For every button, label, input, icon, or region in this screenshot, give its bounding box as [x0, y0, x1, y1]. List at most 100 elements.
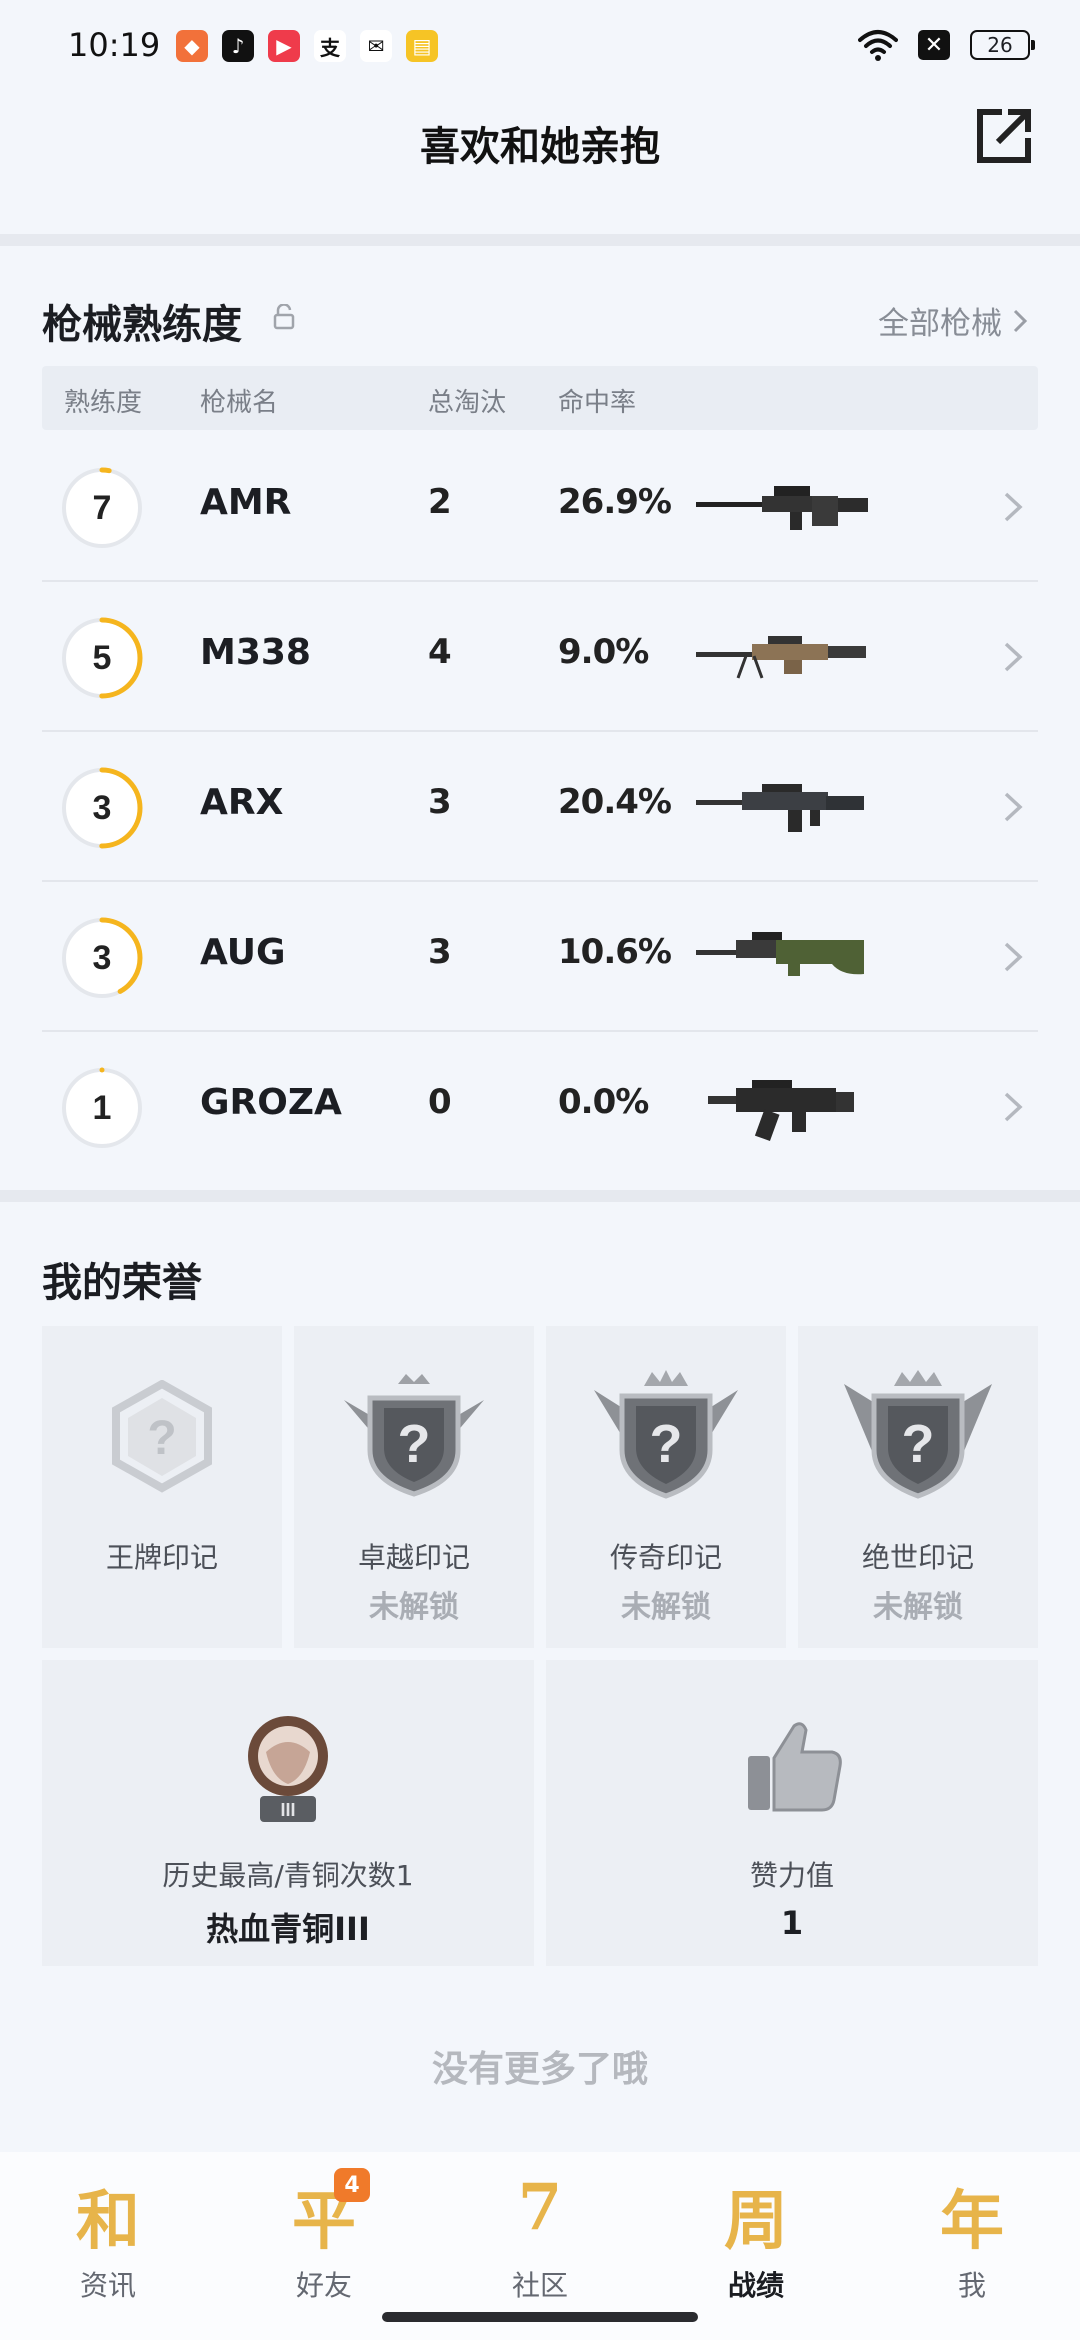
svg-text:?: ? [650, 1414, 683, 1474]
supreme-mark-card[interactable]: ? 绝世印记 未解锁 [798, 1326, 1038, 1648]
history-rank-value: 热血青铜III [206, 1910, 370, 1948]
nav-tab-3[interactable]: 周战绩 [648, 2164, 864, 2314]
tiktok-icon: ♪ [222, 30, 254, 62]
nav-tab-label: 社区 [511, 2269, 568, 2302]
nav-tab-label: 战绩 [727, 2269, 784, 2302]
end-of-list-text: 没有更多了哦 [431, 2049, 648, 2090]
weapon-row-aug[interactable]: 3 AUG 3 10.6% [42, 882, 1038, 1032]
excellence-mark-card[interactable]: ? 卓越印记 未解锁 [294, 1326, 534, 1648]
section-divider [0, 234, 1080, 246]
nav-tab-label: 我 [957, 2269, 986, 2302]
weapon-accuracy: 10.6% [558, 932, 672, 972]
supreme-mark-icon: ? [844, 1370, 992, 1499]
home-indicator[interactable] [382, 2312, 698, 2322]
weapon-row-arx[interactable]: 3 ARX 3 20.4% [42, 732, 1038, 882]
chevron-right-icon [1004, 642, 1023, 672]
nav-tab-icon: 年 [940, 2184, 1004, 2259]
nav-tab-4[interactable]: 年我 [864, 2164, 1080, 2314]
svg-text:?: ? [147, 1412, 176, 1465]
proficiency-level: 3 [92, 938, 112, 977]
weapon-name: GROZA [200, 1082, 342, 1123]
nav-tab-2[interactable]: 7 社区 [432, 2164, 648, 2314]
weapon-row-groza[interactable]: 1 GROZA 0 0.0% [42, 1032, 1038, 1182]
weapon-image [696, 486, 868, 530]
proficiency-level: 3 [92, 788, 112, 827]
share-icon[interactable] [972, 104, 1036, 168]
alipay-icon: 支 [314, 30, 346, 62]
honor-label: 传奇印记 [609, 1541, 722, 1574]
bronze-rank-icon: III [248, 1716, 328, 1822]
honor-label: 绝世印记 [861, 1541, 974, 1574]
weapon-row-m338[interactable]: 5 M338 4 9.0% [42, 582, 1038, 732]
chevron-right-icon [1004, 492, 1023, 522]
locked-status: 未解锁 [369, 1590, 459, 1625]
weapon-row-amr[interactable]: 7 AMR 2 26.9% [42, 432, 1038, 582]
section-divider [0, 1190, 1080, 1202]
nav-tab-icon: 7 [517, 2170, 563, 2245]
section-title: 枪械熟练度 [42, 302, 242, 348]
locked-status: 未解锁 [621, 1590, 711, 1625]
legend-mark-icon: ? [594, 1370, 738, 1499]
wechat-icon: ✉ [360, 30, 392, 62]
weapon-name: M338 [200, 632, 311, 673]
svg-text:III: III [280, 1800, 295, 1820]
all-weapons-link[interactable]: 全部枪械 [878, 298, 1028, 343]
ace-mark-card[interactable]: ? 王牌印记 [42, 1326, 282, 1648]
weapon-image [708, 1080, 854, 1142]
all-weapons-label: 全部枪械 [878, 306, 1002, 342]
weapon-accuracy: 0.0% [558, 1082, 649, 1122]
nav-tab-label: 好友 [295, 2269, 352, 2302]
legend-mark-card[interactable]: ? 传奇印记 未解锁 [546, 1326, 786, 1648]
weapon-name: AUG [200, 932, 286, 973]
nav-tab-0[interactable]: 和资讯 [0, 2164, 216, 2314]
locked-status: 未解锁 [873, 1590, 963, 1625]
proficiency-level: 5 [92, 638, 112, 677]
table-header: 熟练度 枪械名 总淘汰 命中率 [42, 366, 1038, 430]
nav-tab-label: 资讯 [79, 2269, 136, 2302]
column-header-weapon-name: 枪械名 [200, 388, 279, 418]
weapon-eliminations: 3 [428, 932, 452, 972]
nav-tab-icon: 周 [724, 2184, 788, 2259]
proficiency-level: 1 [92, 1088, 112, 1127]
wifi-icon [858, 30, 898, 61]
weapon-name: AMR [200, 482, 292, 523]
column-header-accuracy: 命中率 [558, 388, 637, 418]
status-time: 10:19 [68, 26, 161, 64]
ace-mark-icon: ? [112, 1380, 212, 1493]
weapon-accuracy: 9.0% [558, 632, 649, 672]
status-app-icons: ◆ ♪ ▶ 支 ✉ ▤ [176, 30, 438, 62]
proficiency-level: 7 [92, 488, 112, 527]
honors-title: 我的荣誉 [42, 1260, 202, 1306]
svg-text:?: ? [398, 1414, 431, 1474]
likes-card[interactable]: 赞力值 1 [546, 1660, 1038, 1966]
notification-badge: 4 [334, 2168, 370, 2202]
column-header-eliminations: 总淘汰 [428, 388, 507, 418]
video-play-icon: ▶ [268, 30, 300, 62]
weapon-image [696, 932, 864, 976]
thumbs-up-icon [748, 1722, 842, 1812]
battery-icon: 26 [970, 30, 1035, 60]
weapon-eliminations: 2 [428, 482, 452, 522]
nav-tab-icon: 和 [76, 2184, 140, 2259]
game-app-icon: ◆ [176, 30, 208, 62]
nav-tab-1[interactable]: 平好友 4 [216, 2164, 432, 2314]
weapon-eliminations: 4 [428, 632, 452, 672]
history-rank-card[interactable]: III 历史最高/青铜次数1 热血青铜III [42, 1660, 534, 1966]
lock-icon [273, 304, 295, 330]
status-bar: 10:19 ◆ ♪ ▶ 支 ✉ ▤ ✕ 26 [0, 0, 1080, 96]
header: 喜欢和她亲抱 [0, 96, 1080, 234]
chevron-right-icon [1004, 792, 1023, 822]
chevron-right-icon [1004, 942, 1023, 972]
chevron-right-icon [1004, 1092, 1023, 1122]
honor-label: 王牌印记 [105, 1541, 218, 1574]
status-indicators: ✕ 26 [858, 28, 1035, 62]
chevron-right-icon [1013, 309, 1028, 332]
reader-app-icon: ▤ [406, 30, 438, 62]
weapon-accuracy: 20.4% [558, 782, 672, 822]
weapon-accuracy: 26.9% [558, 482, 672, 522]
battery-level: 26 [987, 33, 1013, 57]
weapon-image [696, 784, 864, 832]
weapon-name: ARX [200, 782, 284, 823]
svg-text:?: ? [902, 1414, 935, 1474]
honor-label: 卓越印记 [357, 1541, 470, 1574]
